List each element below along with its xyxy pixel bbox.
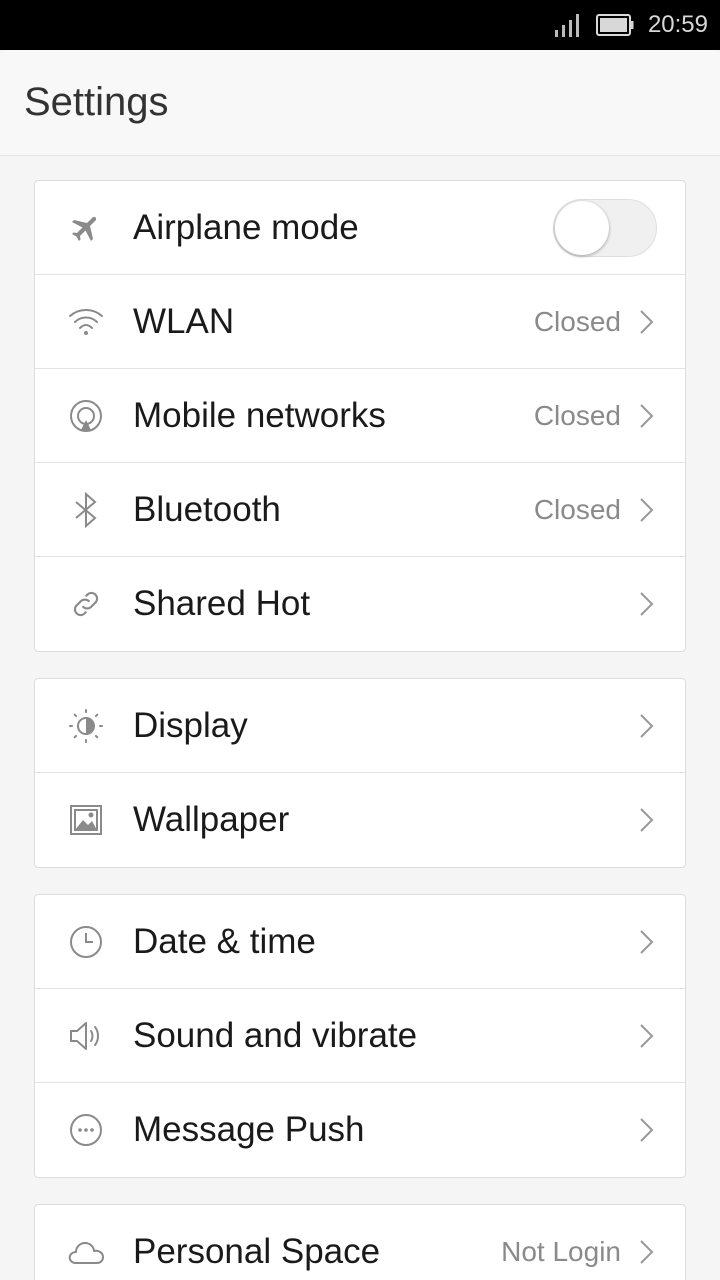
clock-icon xyxy=(67,923,105,961)
airplane-icon xyxy=(67,209,105,247)
setting-row-shared-hot[interactable]: Shared Hot xyxy=(35,557,685,651)
setting-value: Closed xyxy=(533,493,621,525)
link-icon xyxy=(67,585,105,623)
setting-label: Display xyxy=(133,705,248,745)
settings-group-connectivity: Airplane mode WLAN Closed Mobile network xyxy=(34,180,686,652)
chevron-right-icon xyxy=(639,929,655,955)
settings-group-system: Date & time Sound and vibrate Message Pu… xyxy=(34,894,686,1178)
setting-row-personal-space[interactable]: Personal Space Not Login xyxy=(35,1205,685,1280)
brightness-icon xyxy=(67,707,105,745)
setting-label: Mobile networks xyxy=(133,395,386,435)
message-icon xyxy=(67,1111,105,1149)
wifi-icon xyxy=(67,303,105,341)
setting-value: Closed xyxy=(533,399,621,431)
setting-label: WLAN xyxy=(133,301,235,341)
setting-label: Airplane mode xyxy=(133,207,359,247)
setting-row-sound-vibrate[interactable]: Sound and vibrate xyxy=(35,989,685,1083)
settings-group-account: Personal Space Not Login xyxy=(34,1204,686,1280)
setting-row-bluetooth[interactable]: Bluetooth Closed xyxy=(35,463,685,557)
app-bar: Settings xyxy=(0,50,720,156)
chevron-right-icon xyxy=(639,1117,655,1143)
settings-group-display: Display Wallpaper xyxy=(34,678,686,868)
setting-row-airplane-mode[interactable]: Airplane mode xyxy=(35,181,685,275)
setting-label: Sound and vibrate xyxy=(133,1015,418,1055)
setting-row-wlan[interactable]: WLAN Closed xyxy=(35,275,685,369)
chevron-right-icon xyxy=(639,807,655,833)
chevron-right-icon xyxy=(639,713,655,739)
bluetooth-icon xyxy=(67,491,105,529)
setting-label: Personal Space xyxy=(133,1232,381,1271)
chevron-right-icon xyxy=(639,309,655,335)
setting-row-date-time[interactable]: Date & time xyxy=(35,895,685,989)
speaker-icon xyxy=(67,1017,105,1055)
setting-row-wallpaper[interactable]: Wallpaper xyxy=(35,773,685,867)
setting-label: Wallpaper xyxy=(133,800,290,839)
setting-value: Closed xyxy=(533,305,621,337)
chevron-right-icon xyxy=(639,591,655,617)
page-title: Settings xyxy=(24,80,169,124)
setting-label: Message Push xyxy=(133,1110,365,1149)
chevron-right-icon xyxy=(639,497,655,523)
setting-row-mobile-networks[interactable]: Mobile networks Closed xyxy=(35,369,685,463)
chevron-right-icon xyxy=(639,1023,655,1049)
chevron-right-icon xyxy=(639,403,655,429)
setting-label: Bluetooth xyxy=(133,489,281,529)
toggle-knob xyxy=(555,200,609,255)
setting-label: Shared Hot xyxy=(133,584,311,623)
settings-screen: Settings Airplane mode WLAN Closed Mobil… xyxy=(0,50,720,1280)
setting-row-message-push[interactable]: Message Push xyxy=(35,1083,685,1177)
signal-icon xyxy=(554,12,582,38)
status-bar: 20:59 xyxy=(0,0,720,50)
setting-row-display[interactable]: Display xyxy=(35,679,685,773)
image-icon xyxy=(67,801,105,839)
battery-icon xyxy=(595,14,634,36)
setting-label: Date & time xyxy=(133,921,316,961)
cloud-icon xyxy=(67,1233,105,1271)
setting-value: Not Login xyxy=(501,1236,621,1267)
mobile-network-icon xyxy=(67,397,105,435)
status-time: 20:59 xyxy=(647,11,708,38)
chevron-right-icon xyxy=(639,1239,655,1265)
airplane-mode-toggle[interactable] xyxy=(553,198,657,257)
